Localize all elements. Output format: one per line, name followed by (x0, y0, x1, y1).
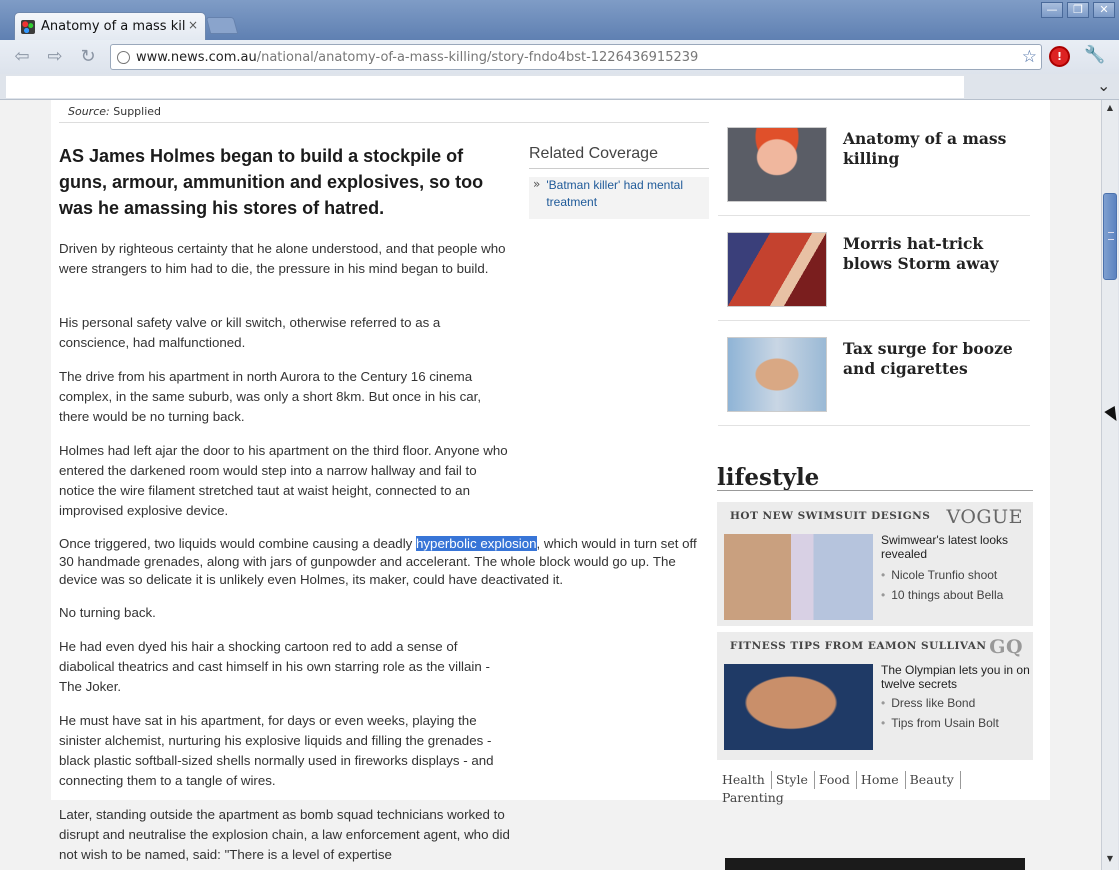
category-link[interactable]: Parenting (722, 789, 790, 807)
article-paragraph: Holmes had left ajar the door to his apa… (59, 443, 508, 518)
bookmark-bar-area (6, 76, 964, 98)
story-thumbnail[interactable] (727, 232, 827, 307)
back-icon[interactable]: ⇦ (10, 46, 34, 68)
url-path: /national/anatomy-of-a-mass-killing/stor… (256, 49, 699, 65)
new-tab-button[interactable] (205, 17, 239, 34)
related-coverage: Related Coverage » 'Batman killer' had m… (529, 145, 709, 219)
article-paragraph: The drive from his apartment in north Au… (59, 369, 482, 424)
divider (717, 490, 1033, 491)
promo-sub-link[interactable]: Dress like Bond (881, 696, 975, 710)
vogue-logo: VOGUE (946, 506, 1023, 528)
selected-text[interactable]: hyperbolic explosion (416, 536, 537, 551)
promo-heading[interactable]: FITNESS TIPS FROM EAMON SULLIVAN (730, 640, 987, 652)
category-link[interactable]: Food (819, 771, 857, 789)
sidebar-story[interactable]: Anatomy of a mass killing (718, 112, 1030, 216)
grip-icon (1108, 232, 1114, 240)
trigger-text-before: Once triggered, two liquids would combin… (59, 536, 417, 551)
adblock-extension-icon[interactable]: ! (1049, 46, 1070, 67)
reload-icon[interactable]: ↻ (76, 46, 100, 68)
article-paragraph-trigger: Once triggered, two liquids would combin… (59, 535, 711, 589)
promo-sub-link[interactable]: Tips from Usain Bolt (881, 716, 999, 730)
scrollbar-thumb[interactable] (1103, 193, 1117, 280)
story-title[interactable]: Morris hat-trick blows Storm away (843, 234, 1023, 274)
category-link[interactable]: Beauty (910, 771, 961, 789)
close-window-button[interactable]: ✕ (1093, 2, 1115, 18)
divider (59, 122, 709, 123)
related-item: » 'Batman killer' had mental treatment (529, 177, 709, 219)
tab-title: Anatomy of a mass killi (41, 19, 186, 34)
page-info-icon[interactable] (117, 50, 130, 64)
scroll-down-icon[interactable]: ▼ (1104, 853, 1116, 865)
image-source: Source: Supplied (68, 105, 161, 118)
forward-icon[interactable]: ⇨ (43, 46, 67, 68)
lifestyle-promo: FITNESS TIPS FROM EAMON SULLIVAN GQ The … (717, 632, 1033, 760)
browser-tab[interactable]: Anatomy of a mass killi × (14, 12, 206, 40)
lifestyle-categories: Health Style Food Home Beauty Parenting (722, 771, 1027, 807)
double-chevron-icon: » (533, 177, 541, 191)
article-paragraph: He must have sat in his apartment, for d… (59, 713, 494, 788)
category-link[interactable]: Style (776, 771, 815, 789)
promo-image[interactable] (724, 664, 873, 750)
source-value: Supplied (113, 105, 162, 118)
browser-toolbar: ⇦ ⇨ ↻ www.news.com.au/national/anatomy-o… (0, 40, 1119, 74)
chevron-down-icon[interactable]: ⌄ (1097, 76, 1110, 95)
related-link[interactable]: 'Batman killer' had mental treatment (546, 177, 705, 211)
maximize-button[interactable]: ❐ (1067, 2, 1089, 18)
promo-image[interactable] (724, 534, 873, 620)
sidebar-story[interactable]: Tax surge for booze and cigarettes (718, 322, 1030, 426)
article-lead: AS James Holmes began to build a stockpi… (59, 146, 484, 218)
title-bar: Anatomy of a mass killi × — ❐ ✕ (0, 0, 1119, 40)
story-title[interactable]: Tax surge for booze and cigarettes (843, 339, 1023, 379)
url-host: www.news.com.au (136, 49, 257, 65)
category-link[interactable]: Health (722, 771, 772, 789)
minimize-button[interactable]: — (1041, 2, 1063, 18)
lifestyle-promo: HOT NEW SWIMSUIT DESIGNS VOGUE Swimwear'… (717, 502, 1033, 626)
favicon-icon (21, 19, 35, 34)
promo-heading[interactable]: HOT NEW SWIMSUIT DESIGNS (730, 510, 930, 522)
tab-close-icon[interactable]: × (188, 18, 198, 32)
story-thumbnail[interactable] (727, 127, 827, 202)
sidebar-story[interactable]: Morris hat-trick blows Storm away (718, 217, 1030, 321)
promo-link[interactable]: The Olympian lets you in on twelve secre… (881, 663, 1031, 691)
bookmark-bar: ⌄ (0, 74, 1119, 100)
article-paragraph: Driven by righteous certainty that he al… (59, 241, 506, 276)
lifestyle-heading: lifestyle (717, 464, 820, 491)
article-paragraph: Later, standing outside the apartment as… (59, 807, 510, 862)
vertical-scrollbar[interactable]: ▲ ▼ (1101, 100, 1118, 870)
bookmark-star-icon[interactable]: ☆ (1022, 47, 1037, 67)
promo-sub-link[interactable]: 10 things about Bella (881, 588, 1003, 602)
article-paragraph: No turning back. (59, 605, 156, 620)
related-coverage-title: Related Coverage (529, 145, 709, 169)
promo-link[interactable]: Swimwear's latest looks revealed (881, 533, 1031, 561)
scroll-up-icon[interactable]: ▲ (1104, 102, 1116, 114)
promo-sub-link[interactable]: Nicole Trunfio shoot (881, 568, 997, 582)
article-paragraph: He had even dyed his hair a shocking car… (59, 639, 490, 694)
wrench-menu-icon[interactable]: 🔧 (1084, 45, 1105, 65)
page-viewport: Source: Supplied AS James Holmes began t… (0, 100, 1101, 870)
source-label: Source: (68, 105, 110, 118)
story-thumbnail[interactable] (727, 337, 827, 412)
address-bar[interactable]: www.news.com.au/national/anatomy-of-a-ma… (110, 44, 1042, 70)
article-paragraph: His personal safety valve or kill switch… (59, 315, 441, 350)
category-link[interactable]: Home (861, 771, 906, 789)
ad-banner-edge (725, 858, 1025, 870)
gq-logo: GQ (989, 636, 1023, 658)
story-title[interactable]: Anatomy of a mass killing (843, 129, 1023, 169)
